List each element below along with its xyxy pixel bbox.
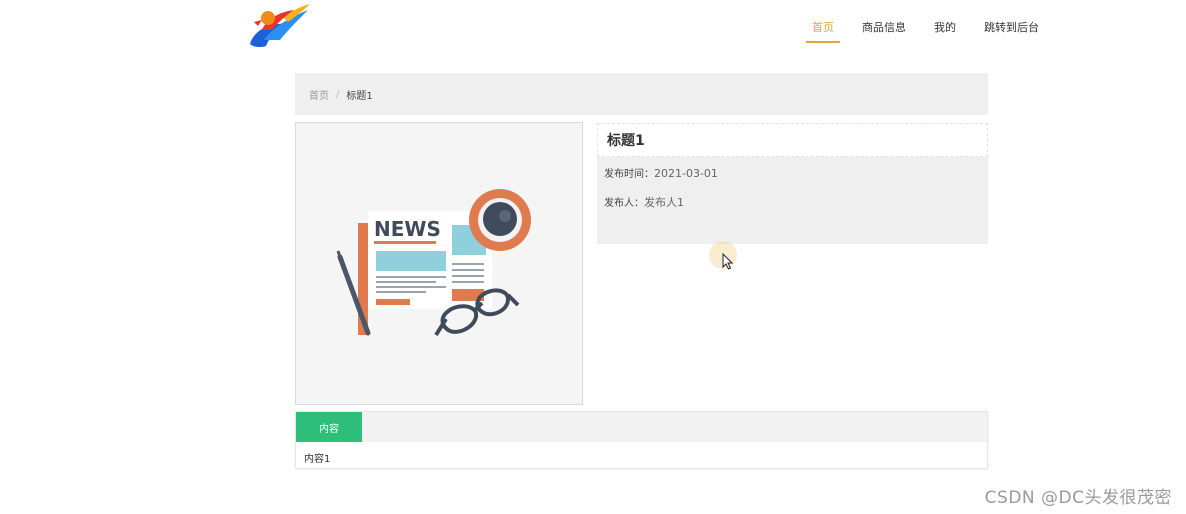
tab-content-body: 内容1 (304, 454, 331, 465)
tab-content[interactable]: 内容 (296, 412, 362, 442)
site-logo[interactable] (244, 0, 314, 52)
publish-time-label: 发布时间： (604, 169, 654, 180)
publish-time-row: 发布时间： 2021-03-01 (604, 165, 988, 185)
mouse-pointer-icon (722, 252, 734, 274)
article-info-panel: 标题1 发布时间： 2021-03-01 发布人： 发布人1 (597, 123, 988, 244)
publisher-row: 发布人： 发布人1 (604, 194, 988, 214)
nav-item-home[interactable]: 首页 (806, 20, 840, 44)
news-headline: NEWS (374, 217, 441, 241)
breadcrumb-home-link[interactable]: 首页 (309, 87, 329, 102)
tabs-header: 内容 (296, 412, 987, 442)
top-nav: 首页 商品信息 我的 跳转到后台 (806, 20, 1067, 44)
article-title: 标题1 (597, 123, 988, 157)
nav-item-products[interactable]: 商品信息 (862, 20, 906, 44)
breadcrumb: 首页 / 标题1 (295, 73, 988, 115)
publisher-value: 发布人1 (644, 196, 684, 209)
content-tabs-panel: 内容 内容1 (295, 411, 988, 469)
publisher-label: 发布人： (604, 198, 644, 209)
watermark: CSDN @DC头发很茂密 (984, 488, 1172, 508)
breadcrumb-separator: / (336, 88, 340, 100)
nav-item-admin[interactable]: 跳转到后台 (984, 20, 1039, 44)
breadcrumb-current: 标题1 (346, 90, 373, 102)
article-image: NEWS (295, 122, 583, 405)
nav-item-mine[interactable]: 我的 (934, 20, 956, 44)
article-meta: 发布时间： 2021-03-01 发布人： 发布人1 (597, 157, 988, 244)
publish-time-value: 2021-03-01 (654, 167, 718, 180)
